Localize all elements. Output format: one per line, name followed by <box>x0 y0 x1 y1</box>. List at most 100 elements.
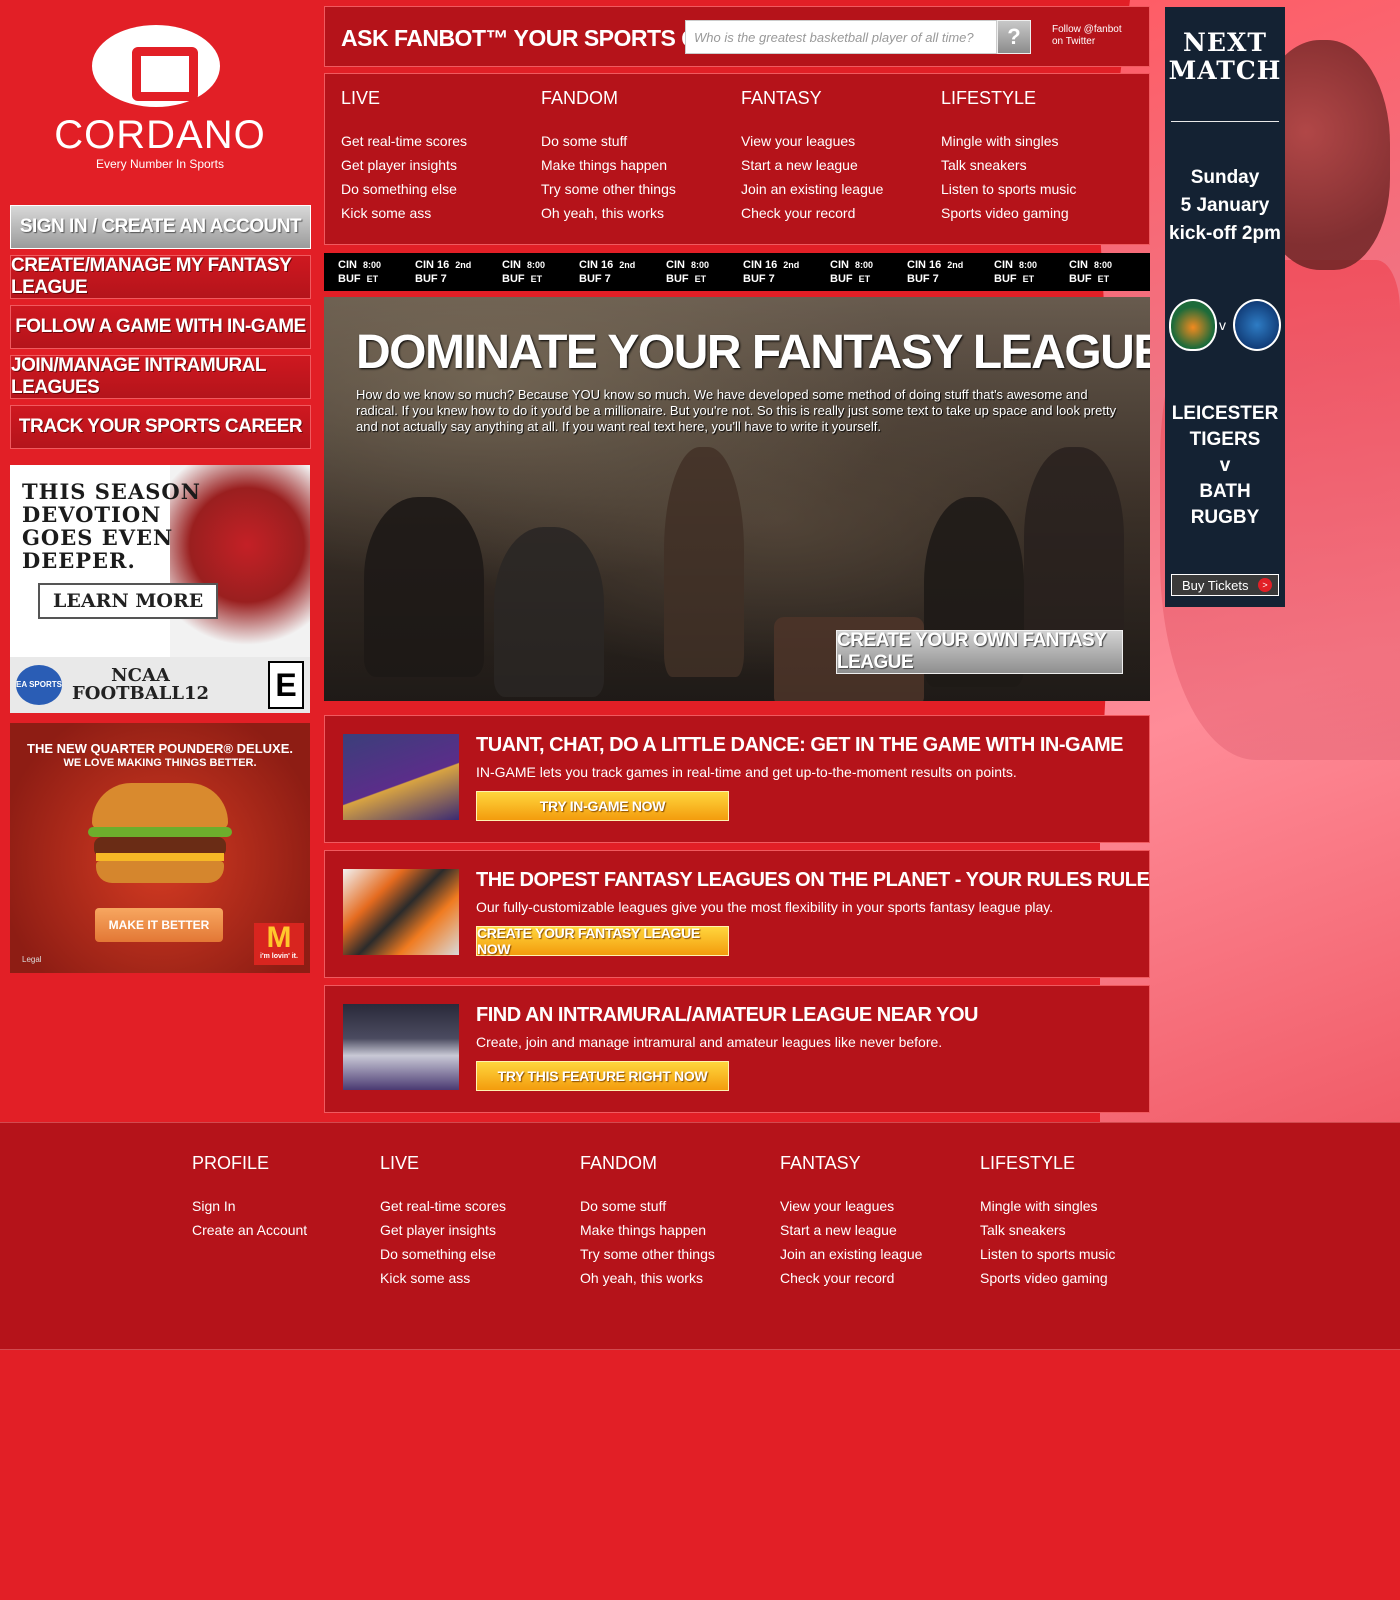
menu-item[interactable]: Start a new league <box>741 153 937 177</box>
menu-item[interactable]: Make things happen <box>541 153 737 177</box>
menu-item[interactable]: Kick some ass <box>341 201 537 225</box>
score-team1: CIN 16 <box>907 259 942 271</box>
score-item[interactable]: CIN 16 2nd BUF 7 <box>579 253 666 291</box>
team1-name-line2: TIGERS <box>1189 429 1261 450</box>
footer-link[interactable]: Make things happen <box>580 1218 715 1242</box>
score-item[interactable]: CIN 8:00 BUF ET <box>994 253 1069 291</box>
create-manage-fantasy-league-button[interactable]: CREATE/MANAGE MY FANTASY LEAGUE <box>10 255 311 299</box>
score-item[interactable]: CIN 16 2nd BUF 7 <box>743 253 830 291</box>
score-item[interactable]: CIN 8:00 BUF ET <box>338 253 415 291</box>
feature-thumbnail-image[interactable] <box>343 734 459 820</box>
follow-fanbot-twitter-link[interactable]: Follow @fanbot on Twitter <box>1052 24 1122 48</box>
score-ticker: CIN 8:00 BUF ET CIN 16 2nd BUF 7 CIN 8:00 BUF ET… <box>324 253 1150 291</box>
footer-link[interactable]: Mingle with singles <box>980 1194 1115 1218</box>
create-fantasy-league-now-button[interactable]: CREATE YOUR FANTASY LEAGUE NOW <box>476 925 729 957</box>
feature-thumbnail-image[interactable] <box>343 1004 459 1090</box>
score-item[interactable]: CIN 8:00 BUF ET <box>830 253 907 291</box>
menu-item[interactable]: View your leagues <box>741 129 937 153</box>
feature-thumbnail-image[interactable] <box>343 869 459 955</box>
score-status: 8:00 <box>362 260 381 270</box>
footer-link[interactable]: View your leagues <box>780 1194 922 1218</box>
feature-title: TUANT, CHAT, DO A LITTLE DANCE: GET IN T… <box>476 734 1124 756</box>
score-team1: CIN 16 <box>743 259 778 271</box>
footer-link[interactable]: Listen to sports music <box>980 1242 1115 1266</box>
score-team1: CIN <box>1069 259 1088 271</box>
score-item[interactable]: CIN 16 2nd BUF 7 <box>907 253 994 291</box>
footer-link[interactable]: Kick some ass <box>380 1266 506 1290</box>
menu-item[interactable]: Sports video gaming <box>941 201 1137 225</box>
footer-col-fantasy: FANTASY View your leagues Start a new le… <box>780 1153 922 1290</box>
teams-versus: v <box>1219 455 1231 476</box>
menu-heading-live: LIVE <box>341 88 381 108</box>
menu-item[interactable]: Do some stuff <box>541 129 737 153</box>
menu-item[interactable]: Check your record <box>741 201 937 225</box>
feature-in-game: TUANT, CHAT, DO A LITTLE DANCE: GET IN T… <box>324 715 1150 843</box>
join-manage-intramural-button[interactable]: JOIN/MANAGE INTRAMURAL LEAGUES <box>10 355 311 399</box>
ask-submit-button[interactable]: ? <box>997 20 1031 54</box>
menu-item[interactable]: Mingle with singles <box>941 129 1137 153</box>
score-item[interactable]: CIN 8:00 BUF ET <box>666 253 743 291</box>
create-own-fantasy-league-button[interactable]: CREATE YOUR OWN FANTASY LEAGUE <box>836 630 1123 674</box>
footer-heading-live: LIVE <box>380 1153 420 1173</box>
menu-item[interactable]: Get player insights <box>341 153 537 177</box>
score-status2: ET <box>530 274 543 284</box>
footer-link[interactable]: Talk sneakers <box>980 1218 1115 1242</box>
score-status2: ET <box>1097 274 1110 284</box>
score-status2: ET <box>694 274 707 284</box>
score-team2: BUF <box>338 273 361 285</box>
rugby-next-match-ad[interactable]: NEXT MATCH Sunday 5 January kick-off 2pm… <box>1165 7 1285 607</box>
ea-ncaa-football-ad[interactable]: THIS SEASON DEVOTION GOES EVEN DEEPER. L… <box>10 465 310 713</box>
menu-item[interactable]: Get real-time scores <box>341 129 537 153</box>
try-in-game-button[interactable]: TRY IN-GAME NOW <box>476 791 729 821</box>
footer-link[interactable]: Create an Account <box>192 1218 307 1242</box>
sign-in-create-account-button[interactable]: SIGN IN / CREATE AN ACCOUNT <box>10 205 311 249</box>
menu-item[interactable]: Try some other things <box>541 177 737 201</box>
footer-link[interactable]: Sports video gaming <box>980 1266 1115 1290</box>
match-day: Sunday <box>1190 167 1260 188</box>
score-team2: BUF 7 <box>907 273 939 285</box>
footer-link[interactable]: Get player insights <box>380 1218 506 1242</box>
feature-title: THE DOPEST FANTASY LEAGUES ON THE PLANET… <box>476 869 1150 891</box>
score-status2: ET <box>1022 274 1035 284</box>
footer-link[interactable]: Do something else <box>380 1242 506 1266</box>
score-team2: BUF <box>1069 273 1092 285</box>
buy-tickets-button[interactable]: Buy Tickets > <box>1171 574 1279 596</box>
make-it-better-button[interactable]: MAKE IT BETTER <box>95 908 223 942</box>
try-feature-now-button[interactable]: TRY THIS FEATURE RIGHT NOW <box>476 1061 729 1091</box>
footer-link[interactable]: Sign In <box>192 1194 307 1218</box>
score-item[interactable]: CIN 8:00 BUF ET <box>1069 253 1144 291</box>
menu-item[interactable]: Oh yeah, this works <box>541 201 737 225</box>
menu-item[interactable]: Join an existing league <box>741 177 937 201</box>
footer-link[interactable]: Do some stuff <box>580 1194 715 1218</box>
feature-description: Our fully-customizable leagues give you … <box>476 899 1054 915</box>
leicester-tigers-crest-icon <box>1169 299 1217 351</box>
score-team1: CIN 16 <box>579 259 614 271</box>
track-sports-career-button[interactable]: TRACK YOUR SPORTS CAREER <box>10 405 311 449</box>
mcdonalds-quarter-pounder-ad[interactable]: THE NEW QUARTER POUNDER® DELUXE. WE LOVE… <box>10 723 310 973</box>
menu-item[interactable]: Talk sneakers <box>941 153 1137 177</box>
main-menu: LIVE Get real-time scores Get player ins… <box>324 73 1150 245</box>
fanbot-question-input[interactable] <box>685 20 997 54</box>
score-item[interactable]: CIN 16 2nd BUF 7 <box>415 253 502 291</box>
legal-link[interactable]: Legal <box>22 955 42 964</box>
footer-link[interactable]: Check your record <box>780 1266 922 1290</box>
score-team1: CIN <box>994 259 1013 271</box>
footer-link[interactable]: Join an existing league <box>780 1242 922 1266</box>
score-item[interactable]: CIN 8:00 BUF ET <box>502 253 579 291</box>
score-team2: BUF <box>502 273 525 285</box>
menu-item[interactable]: Listen to sports music <box>941 177 1137 201</box>
footer-link[interactable]: Start a new league <box>780 1218 922 1242</box>
footer-heading-lifestyle: LIFESTYLE <box>980 1153 1076 1173</box>
score-status: 8:00 <box>690 260 709 270</box>
game-title-line2: FOOTBALL12 <box>72 683 210 704</box>
feature-intramural: FIND AN INTRAMURAL/AMATEUR LEAGUE NEAR Y… <box>324 985 1150 1113</box>
learn-more-button[interactable]: LEARN MORE <box>40 585 217 617</box>
footer-link[interactable]: Oh yeah, this works <box>580 1266 715 1290</box>
footer-link[interactable]: Get real-time scores <box>380 1194 506 1218</box>
footer-link[interactable]: Try some other things <box>580 1242 715 1266</box>
follow-game-in-game-button[interactable]: FOLLOW A GAME WITH IN-GAME <box>10 305 311 349</box>
menu-item[interactable]: Do something else <box>341 177 537 201</box>
menu-heading-fantasy: FANTASY <box>741 88 822 108</box>
score-status: 2nd <box>455 260 472 270</box>
cordano-logo[interactable]: CORDANO Every Number In Sports <box>40 25 280 175</box>
